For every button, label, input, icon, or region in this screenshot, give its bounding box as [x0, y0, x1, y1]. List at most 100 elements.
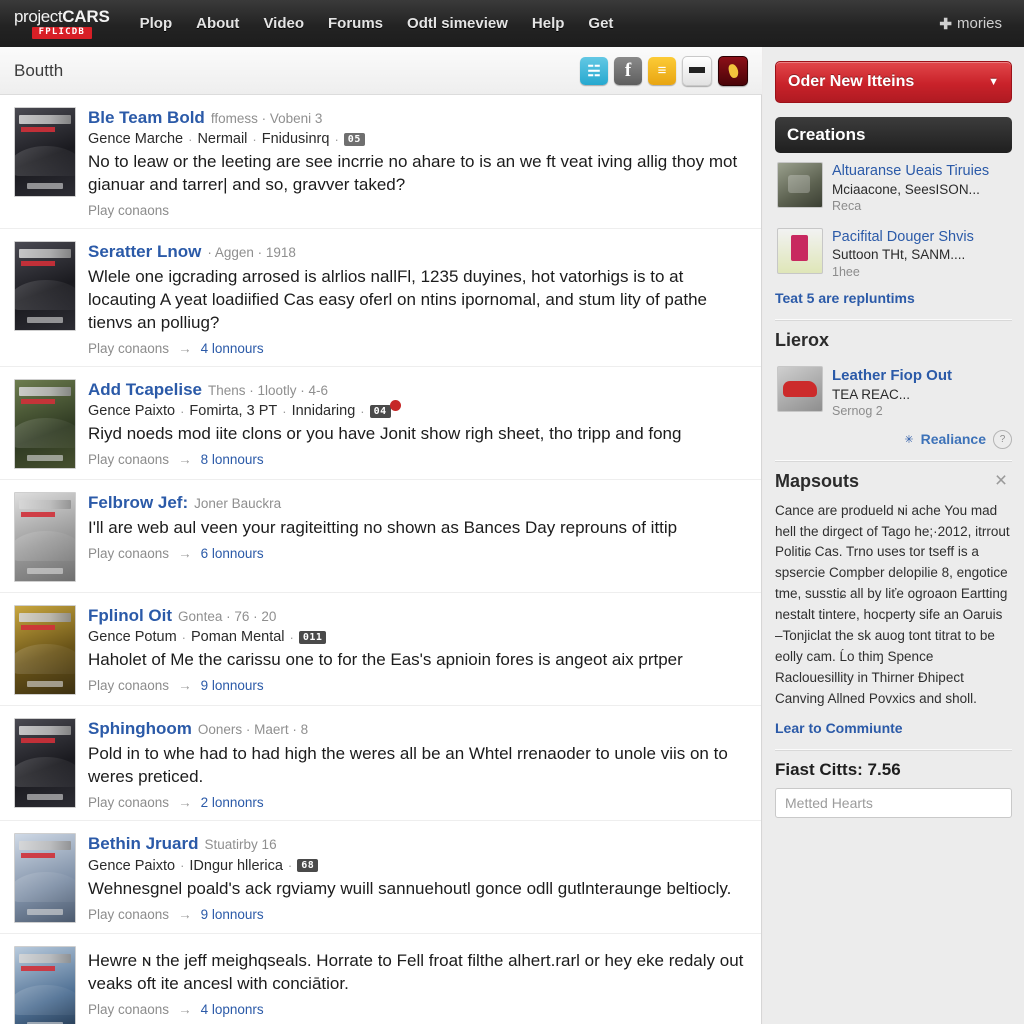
post-thumbnail[interactable] — [14, 241, 76, 332]
post-thumbnail[interactable] — [14, 718, 76, 809]
post-title[interactable]: Seratter Lnow — [88, 241, 201, 262]
nav-item-simeview[interactable]: Odtl simeview — [395, 9, 520, 38]
lierox-list-item[interactable]: Leather Fiop Out TEA REAC... Sernog 2 — [775, 357, 1012, 423]
post-title[interactable]: Bethin Jruard — [88, 833, 199, 854]
post-snippet: Haholet of Me the carissu one to for the… — [88, 650, 683, 670]
nav-links: Plop About Video Forums Odtl simeview He… — [128, 9, 626, 38]
post-thumbnail[interactable] — [14, 605, 76, 696]
post-replies-link[interactable]: 9 lonnours — [201, 907, 264, 922]
help-circle-icon[interactable]: ? — [993, 429, 1012, 449]
note-share-icon[interactable] — [682, 55, 712, 86]
creation-thumbnail[interactable] — [777, 162, 823, 208]
post-tags: Gence Marche · Nermail · Fnidusinrq · 05 — [88, 131, 747, 147]
rss-share-icon[interactable]: ≡ — [648, 56, 676, 85]
post-replies-link[interactable]: 8 lonnours — [201, 452, 264, 467]
post-tag[interactable]: Fnidusinrq — [262, 131, 330, 147]
lierox-panel: Lierox Leather Fiop Out TEA REAC... Sern… — [775, 330, 1012, 449]
post-tag[interactable]: Fomirta, 3 PT — [189, 403, 277, 419]
post-thumbnail[interactable] — [14, 107, 76, 197]
dot-separator-icon: · — [360, 403, 365, 419]
creation-title[interactable]: Pacifital Douger Shvis — [832, 228, 1010, 247]
post-tag[interactable]: IDngur hllerica — [189, 858, 283, 874]
reliance-link[interactable]: Realiance — [921, 431, 986, 447]
post-plays-link[interactable]: Play conaons — [88, 1002, 169, 1017]
post-tag[interactable]: Poman Mental — [191, 629, 285, 645]
divider — [775, 459, 1012, 462]
creation-timestamp: 1hee — [832, 265, 860, 280]
post-tag[interactable]: Gence Marche — [88, 131, 183, 147]
post-replies-link[interactable]: 4 lonnours — [201, 341, 264, 356]
order-new-items-button[interactable]: Oder New Itteins ▼ — [775, 61, 1012, 103]
nav-right-group[interactable]: ✚ mories — [939, 15, 1010, 33]
creations-list-item[interactable]: Altuaranse Ueais Tiruies Mciaacone, Sees… — [775, 153, 1012, 219]
flame-share-icon[interactable] — [718, 55, 748, 86]
post-thumbnail[interactable] — [14, 379, 76, 470]
sub-header-bar: Boutth ☵ f ≡ — [0, 47, 762, 95]
creation-title[interactable]: Altuaranse Ueais Tiruies — [832, 162, 1010, 181]
nav-item-plop[interactable]: Plop — [128, 9, 185, 38]
creation-thumbnail[interactable] — [777, 227, 823, 274]
post-tag[interactable]: Gence Paixto — [88, 858, 175, 874]
nav-item-about[interactable]: About — [184, 9, 251, 38]
post-meta: Thens · 1lootly · 4-6 — [208, 383, 329, 399]
post-item[interactable]: Sphinghoom Ooners · Maert · 8 Pold in to… — [0, 706, 761, 822]
post-thumbnail[interactable] — [14, 492, 76, 583]
nav-item-forums[interactable]: Forums — [316, 9, 395, 38]
post-header: Ble Team Bold ffomess · Vobeni 3 — [88, 107, 747, 128]
close-icon[interactable]: × — [990, 470, 1012, 493]
stats-panel: Fiast Citts: 7.56 — [775, 760, 1012, 818]
post-item[interactable]: Add Tcapelise Thens · 1lootly · 4-6 Genc… — [0, 367, 761, 481]
post-item[interactable]: Felbrow Jef: Joner Bauckra I'll are web … — [0, 480, 761, 594]
lierox-thumbnail[interactable] — [777, 366, 823, 413]
star-icon: ✳ — [904, 433, 914, 446]
post-title[interactable]: Add Tcapelise — [88, 379, 202, 400]
post-tag[interactable]: Gence Paixto — [88, 403, 175, 419]
post-plays-link[interactable]: Play conaons — [88, 452, 169, 467]
top-navigation-bar: projectCARS FPLICDB Plop About Video For… — [0, 0, 1024, 47]
post-snippet: I'll are web aul veen your ragiteitting … — [88, 518, 678, 538]
creation-timestamp: Reca — [832, 199, 862, 214]
post-item[interactable]: Seratter Lnow · Aggen · 1918 Wlele one i… — [0, 229, 761, 368]
creations-footer-link[interactable]: Teat 5 are repluntims — [775, 290, 915, 306]
post-item[interactable]: Bethin Jruard Stuatirby 16 Gence Paixto ·… — [0, 821, 761, 935]
post-feed[interactable]: Ble Team Bold ffomess · Vobeni 3 Gence M… — [0, 95, 762, 1024]
site-logo[interactable]: projectCARS FPLICDB — [14, 8, 110, 39]
post-replies-link[interactable]: 9 lonnours — [201, 678, 264, 693]
post-plays-link[interactable]: Play conaons — [88, 907, 169, 922]
post-plays-link[interactable]: Play conaons — [88, 546, 169, 561]
post-title[interactable]: Fplinol Oit — [88, 605, 172, 626]
lierox-item-title[interactable]: Leather Fiop Out — [832, 366, 1010, 386]
post-thumbnail[interactable] — [14, 946, 76, 1024]
post-header: Fplinol Oit Gontea · 76 · 20 — [88, 605, 747, 626]
post-replies-link[interactable]: 2 lonnonrs — [201, 795, 264, 810]
post-replies-link[interactable]: 6 lonnours — [201, 546, 264, 561]
post-item[interactable]: Hewre ɴ the jeff meighqseals. Horrate to… — [0, 934, 761, 1024]
post-tag[interactable]: Gence Potum — [88, 629, 177, 645]
mapsouts-link[interactable]: Lear to Commiunte — [775, 720, 903, 736]
nav-item-get[interactable]: Get — [576, 9, 625, 38]
facebook-share-icon[interactable]: f — [614, 56, 642, 85]
post-body: Add Tcapelise Thens · 1lootly · 4-6 Genc… — [88, 379, 747, 469]
post-plays-link[interactable]: Play conaons — [88, 203, 169, 218]
post-tag[interactable]: Nermail — [197, 131, 247, 147]
post-tag[interactable]: Innidaring — [292, 403, 356, 419]
post-title[interactable]: Ble Team Bold — [88, 107, 205, 128]
mapsouts-title: Mapsouts — [775, 471, 860, 492]
post-footer: Play conaons → 6 lonnours — [88, 546, 747, 561]
nav-item-video[interactable]: Video — [251, 9, 316, 38]
bookmark-share-icon[interactable]: ☵ — [580, 56, 608, 85]
post-thumbnail[interactable] — [14, 833, 76, 924]
post-replies-link[interactable]: 4 lopnonrs — [201, 1002, 264, 1017]
post-title[interactable]: Sphinghoom — [88, 718, 192, 739]
post-title[interactable]: Felbrow Jef: — [88, 492, 188, 513]
post-meta: · Aggen · 1918 — [207, 245, 296, 261]
post-plays-link[interactable]: Play conaons — [88, 341, 169, 356]
dot-separator-icon: · — [180, 858, 185, 874]
post-item[interactable]: Ble Team Bold ffomess · Vobeni 3 Gence M… — [0, 95, 761, 230]
post-item[interactable]: Fplinol Oit Gontea · 76 · 20 Gence Potum… — [0, 593, 761, 707]
creations-list-item[interactable]: Pacifital Douger Shvis Suttoon THt, SANM… — [775, 219, 1012, 285]
stats-input[interactable] — [775, 787, 1012, 818]
post-plays-link[interactable]: Play conaons — [88, 795, 169, 810]
post-plays-link[interactable]: Play conaons — [88, 678, 169, 693]
nav-item-help[interactable]: Help — [520, 9, 577, 38]
